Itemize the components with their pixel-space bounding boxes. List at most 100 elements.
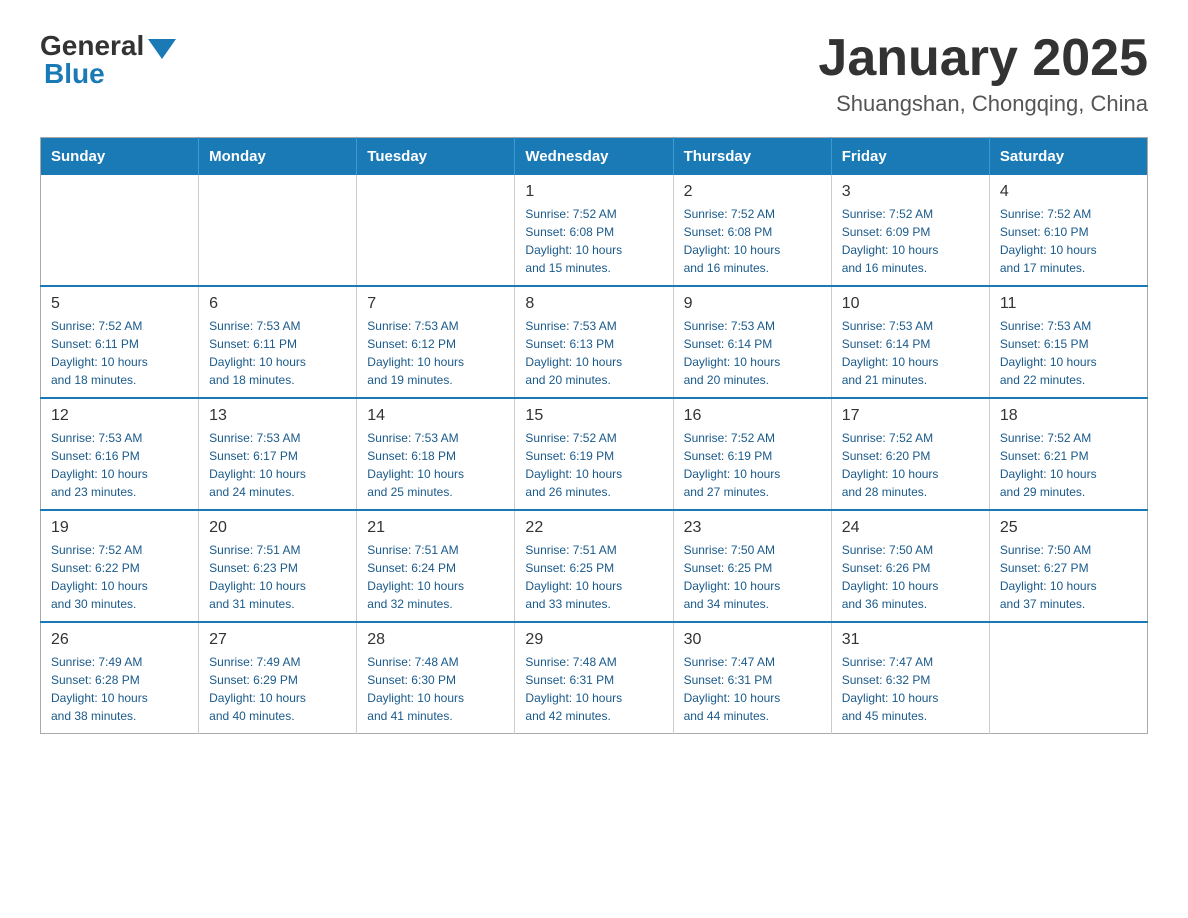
day-number: 24 <box>842 519 979 537</box>
day-number: 2 <box>684 183 821 201</box>
week-row-1: 1 Sunrise: 7:52 AM Sunset: 6:08 PM Daylig… <box>41 175 1148 286</box>
day-info: Sunrise: 7:49 AM Sunset: 6:28 PM Dayligh… <box>51 653 188 725</box>
day-info: Sunrise: 7:52 AM Sunset: 6:19 PM Dayligh… <box>684 429 821 501</box>
day-number: 15 <box>525 407 662 425</box>
calendar-cell: 2 Sunrise: 7:52 AM Sunset: 6:08 PM Daylig… <box>673 175 831 286</box>
day-info: Sunrise: 7:53 AM Sunset: 6:14 PM Dayligh… <box>684 317 821 389</box>
calendar-cell: 10 Sunrise: 7:53 AM Sunset: 6:14 PM Dayli… <box>831 286 989 398</box>
day-info: Sunrise: 7:52 AM Sunset: 6:11 PM Dayligh… <box>51 317 188 389</box>
day-info: Sunrise: 7:52 AM Sunset: 6:20 PM Dayligh… <box>842 429 979 501</box>
day-number: 18 <box>1000 407 1137 425</box>
day-number: 3 <box>842 183 979 201</box>
calendar-cell: 13 Sunrise: 7:53 AM Sunset: 6:17 PM Dayli… <box>199 398 357 510</box>
day-number: 7 <box>367 295 504 313</box>
day-info: Sunrise: 7:51 AM Sunset: 6:24 PM Dayligh… <box>367 541 504 613</box>
day-info: Sunrise: 7:47 AM Sunset: 6:31 PM Dayligh… <box>684 653 821 725</box>
calendar-cell: 26 Sunrise: 7:49 AM Sunset: 6:28 PM Dayli… <box>41 622 199 734</box>
header-row: SundayMondayTuesdayWednesdayThursdayFrid… <box>41 138 1148 176</box>
day-info: Sunrise: 7:53 AM Sunset: 6:13 PM Dayligh… <box>525 317 662 389</box>
day-number: 21 <box>367 519 504 537</box>
calendar-cell: 28Sunrise: 7:48 AM Sunset: 6:30 PM Dayli… <box>357 622 515 734</box>
week-row-5: 26 Sunrise: 7:49 AM Sunset: 6:28 PM Dayli… <box>41 622 1148 734</box>
day-number: 30 <box>684 631 821 649</box>
day-number: 29 <box>525 631 662 649</box>
calendar-cell: 21 Sunrise: 7:51 AM Sunset: 6:24 PM Dayli… <box>357 510 515 622</box>
day-number: 1 <box>525 183 662 201</box>
calendar-cell: 18 Sunrise: 7:52 AM Sunset: 6:21 PM Dayli… <box>989 398 1147 510</box>
day-number: 5 <box>51 295 188 313</box>
day-info: Sunrise: 7:51 AM Sunset: 6:25 PM Dayligh… <box>525 541 662 613</box>
day-number: 27 <box>209 631 346 649</box>
day-number: 9 <box>684 295 821 313</box>
header-day-monday: Monday <box>199 138 357 176</box>
logo-triangle-icon <box>148 39 176 59</box>
header-day-friday: Friday <box>831 138 989 176</box>
header-day-wednesday: Wednesday <box>515 138 673 176</box>
calendar-cell: 1Sunrise: 7:52 AM Sunset: 6:08 PM Daylig… <box>515 175 673 286</box>
calendar-body: 1 Sunrise: 7:52 AM Sunset: 6:08 PM Daylig… <box>41 175 1148 734</box>
calendar-cell: 29 Sunrise: 7:48 AM Sunset: 6:31 PM Dayli… <box>515 622 673 734</box>
calendar-cell: 9 Sunrise: 7:53 AM Sunset: 6:14 PM Daylig… <box>673 286 831 398</box>
week-row-3: 12Sunrise: 7:53 AM Sunset: 6:16 PM Dayli… <box>41 398 1148 510</box>
day-number: 19 <box>51 519 188 537</box>
calendar-cell: 16 Sunrise: 7:52 AM Sunset: 6:19 PM Dayli… <box>673 398 831 510</box>
calendar-header: SundayMondayTuesdayWednesdayThursdayFrid… <box>41 138 1148 176</box>
day-info: Sunrise: 7:52 AM Sunset: 6:09 PM Dayligh… <box>842 205 979 277</box>
day-number: 23 <box>684 519 821 537</box>
calendar-cell: 31 Sunrise: 7:47 AM Sunset: 6:32 PM Dayli… <box>831 622 989 734</box>
header: General Blue January 2025 Shuangshan, Ch… <box>40 30 1148 117</box>
calendar-cell: 23 Sunrise: 7:50 AM Sunset: 6:25 PM Dayli… <box>673 510 831 622</box>
calendar-cell <box>357 175 515 286</box>
week-row-2: 5 Sunrise: 7:52 AM Sunset: 6:11 PM Daylig… <box>41 286 1148 398</box>
day-info: Sunrise: 7:53 AM Sunset: 6:12 PM Dayligh… <box>367 317 504 389</box>
calendar-cell: 7 Sunrise: 7:53 AM Sunset: 6:12 PM Daylig… <box>357 286 515 398</box>
page-subtitle: Shuangshan, Chongqing, China <box>818 91 1148 117</box>
header-day-thursday: Thursday <box>673 138 831 176</box>
calendar-cell: 5 Sunrise: 7:52 AM Sunset: 6:11 PM Daylig… <box>41 286 199 398</box>
day-number: 14 <box>367 407 504 425</box>
day-number: 10 <box>842 295 979 313</box>
day-number: 20 <box>209 519 346 537</box>
calendar-cell: 27Sunrise: 7:49 AM Sunset: 6:29 PM Dayli… <box>199 622 357 734</box>
day-number: 28 <box>367 631 504 649</box>
day-info: Sunrise: 7:52 AM Sunset: 6:21 PM Dayligh… <box>1000 429 1137 501</box>
day-number: 8 <box>525 295 662 313</box>
day-number: 6 <box>209 295 346 313</box>
calendar-cell <box>41 175 199 286</box>
header-day-sunday: Sunday <box>41 138 199 176</box>
week-row-4: 19 Sunrise: 7:52 AM Sunset: 6:22 PM Dayli… <box>41 510 1148 622</box>
day-number: 31 <box>842 631 979 649</box>
day-info: Sunrise: 7:48 AM Sunset: 6:31 PM Dayligh… <box>525 653 662 725</box>
calendar-cell: 6Sunrise: 7:53 AM Sunset: 6:11 PM Daylig… <box>199 286 357 398</box>
day-info: Sunrise: 7:53 AM Sunset: 6:14 PM Dayligh… <box>842 317 979 389</box>
day-number: 26 <box>51 631 188 649</box>
calendar-cell: 24 Sunrise: 7:50 AM Sunset: 6:26 PM Dayli… <box>831 510 989 622</box>
calendar-cell: 12Sunrise: 7:53 AM Sunset: 6:16 PM Dayli… <box>41 398 199 510</box>
day-info: Sunrise: 7:52 AM Sunset: 6:19 PM Dayligh… <box>525 429 662 501</box>
day-info: Sunrise: 7:53 AM Sunset: 6:17 PM Dayligh… <box>209 429 346 501</box>
day-info: Sunrise: 7:50 AM Sunset: 6:26 PM Dayligh… <box>842 541 979 613</box>
calendar-cell: 22Sunrise: 7:51 AM Sunset: 6:25 PM Dayli… <box>515 510 673 622</box>
calendar-table: SundayMondayTuesdayWednesdayThursdayFrid… <box>40 137 1148 734</box>
title-section: January 2025 Shuangshan, Chongqing, Chin… <box>818 30 1148 117</box>
day-number: 13 <box>209 407 346 425</box>
day-info: Sunrise: 7:51 AM Sunset: 6:23 PM Dayligh… <box>209 541 346 613</box>
calendar-cell: 11Sunrise: 7:53 AM Sunset: 6:15 PM Dayli… <box>989 286 1147 398</box>
calendar-cell: 17 Sunrise: 7:52 AM Sunset: 6:20 PM Dayli… <box>831 398 989 510</box>
day-info: Sunrise: 7:52 AM Sunset: 6:22 PM Dayligh… <box>51 541 188 613</box>
calendar-cell <box>989 622 1147 734</box>
calendar-cell: 14Sunrise: 7:53 AM Sunset: 6:18 PM Dayli… <box>357 398 515 510</box>
calendar-cell: 19 Sunrise: 7:52 AM Sunset: 6:22 PM Dayli… <box>41 510 199 622</box>
calendar-cell <box>199 175 357 286</box>
calendar-cell: 15 Sunrise: 7:52 AM Sunset: 6:19 PM Dayli… <box>515 398 673 510</box>
day-number: 11 <box>1000 295 1137 313</box>
page-title: January 2025 <box>818 30 1148 87</box>
day-info: Sunrise: 7:50 AM Sunset: 6:25 PM Dayligh… <box>684 541 821 613</box>
day-info: Sunrise: 7:47 AM Sunset: 6:32 PM Dayligh… <box>842 653 979 725</box>
day-info: Sunrise: 7:53 AM Sunset: 6:16 PM Dayligh… <box>51 429 188 501</box>
day-number: 16 <box>684 407 821 425</box>
calendar-cell: 4Sunrise: 7:52 AM Sunset: 6:10 PM Daylig… <box>989 175 1147 286</box>
day-info: Sunrise: 7:52 AM Sunset: 6:08 PM Dayligh… <box>684 205 821 277</box>
day-number: 17 <box>842 407 979 425</box>
calendar-cell: 20 Sunrise: 7:51 AM Sunset: 6:23 PM Dayli… <box>199 510 357 622</box>
